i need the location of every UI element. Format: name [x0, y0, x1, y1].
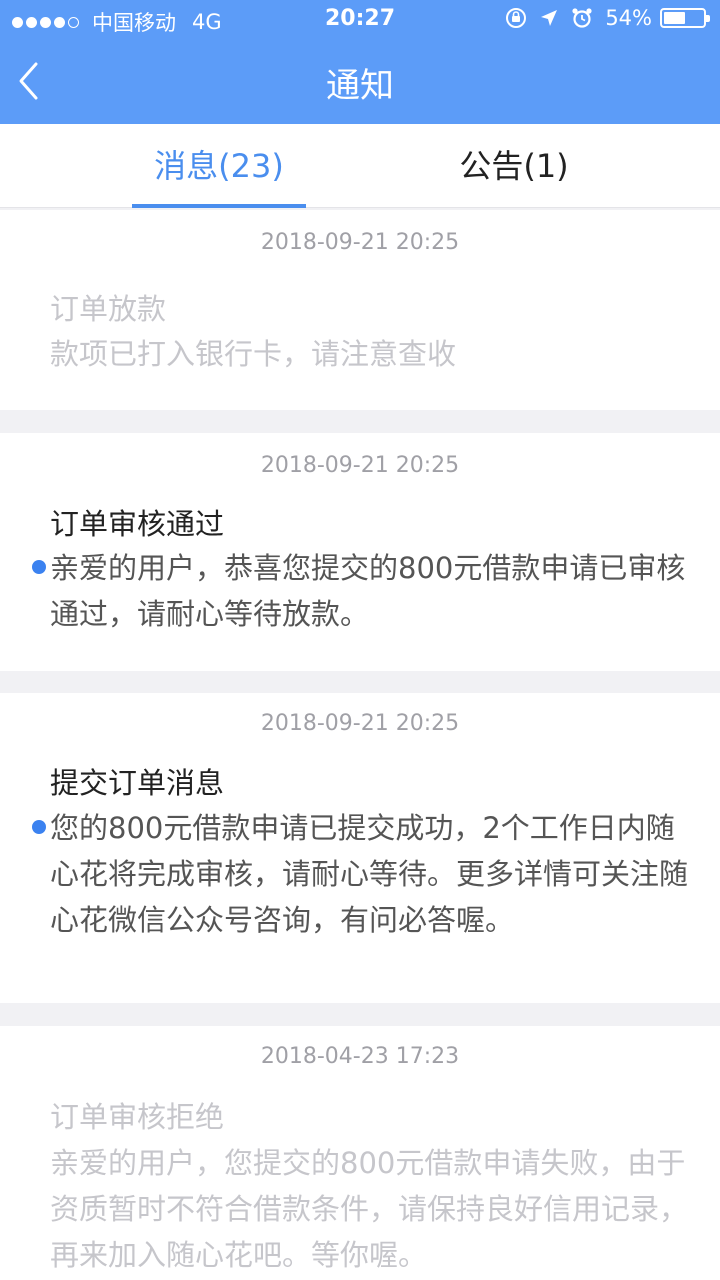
unread-indicator [32, 560, 46, 574]
notification-card[interactable]: 2018-09-21 20:25 订单放款 款项已打入银行卡，请注意查收 [0, 210, 720, 410]
tab-announcements[interactable]: 公告(1) [424, 124, 604, 208]
unread-indicator [32, 820, 46, 834]
page-title: 通知 [326, 66, 394, 106]
notification-body: 亲爱的用户，恭喜您提交的800元借款申请已审核通过，请耐心等待放款。 [50, 551, 686, 631]
notification-body: 您的800元借款申请已提交成功，2个工作日内随心花将完成审核，请耐心等待。更多详… [50, 811, 689, 937]
notification-card[interactable]: 2018-09-21 20:25 提交订单消息 您的800元借款申请已提交成功，… [0, 693, 720, 1003]
notification-time: 2018-04-23 17:23 [260, 1044, 460, 1069]
location-arrow-icon [539, 8, 559, 28]
notification-card[interactable]: 2018-04-23 17:23 订单审核拒绝 亲爱的用户，您提交的800元借款… [0, 1026, 720, 1280]
tab-bar: 消息(23) 公告(1) [0, 124, 720, 208]
orientation-lock-icon [505, 7, 527, 29]
notification-body: 款项已打入银行卡，请注意查收 [50, 337, 457, 371]
battery-percent: 54% [605, 6, 652, 30]
status-right: 54% [493, 6, 710, 30]
notification-title: 订单放款 [50, 292, 167, 326]
battery-icon [660, 8, 710, 28]
active-tab-indicator [132, 204, 306, 208]
status-bar: 中国移动 4G 20:27 54% [0, 0, 720, 40]
nav-bar: 通知 [0, 40, 720, 124]
alarm-clock-icon [571, 7, 593, 29]
tab-messages[interactable]: 消息(23) [132, 124, 306, 208]
notification-title: 提交订单消息 [50, 766, 225, 800]
notification-time: 2018-09-21 20:25 [260, 230, 460, 255]
notification-title: 订单审核拒绝 [50, 1100, 225, 1134]
battery-level-fill [664, 12, 685, 24]
notification-title: 订单审核通过 [50, 507, 225, 541]
notification-time: 2018-09-21 20:25 [260, 711, 460, 736]
app-header: 中国移动 4G 20:27 54% 通知 [0, 0, 720, 124]
notification-time: 2018-09-21 20:25 [260, 453, 460, 478]
notification-body: 亲爱的用户，您提交的800元借款申请失败，由于资质暂时不符合借款条件，请保持良好… [50, 1146, 689, 1272]
notification-card[interactable]: 2018-09-21 20:25 订单审核通过 亲爱的用户，恭喜您提交的800元… [0, 433, 720, 671]
